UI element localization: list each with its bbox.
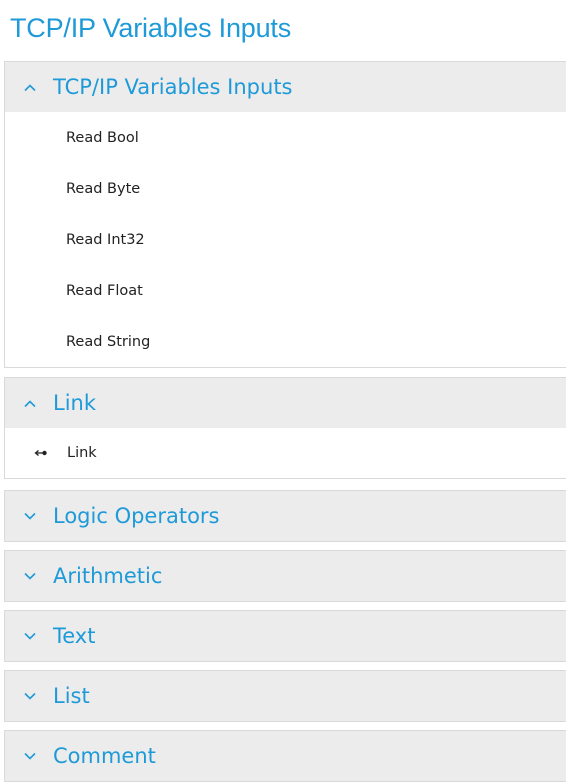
chevron-up-icon [5, 83, 53, 92]
block-item-label: Read Float [66, 282, 143, 299]
block-item-label: Read Bool [66, 129, 139, 146]
link-arrow-icon [34, 448, 48, 458]
panel-comment: Comment [4, 730, 566, 782]
block-item-read-int32[interactable]: Read Int32 [5, 214, 566, 265]
block-item-label: Read String [66, 333, 151, 350]
panel-body-link: Link [5, 428, 566, 478]
block-item-read-string[interactable]: Read String [5, 316, 566, 367]
block-item-label: Read Byte [66, 180, 141, 197]
panel-header-list[interactable]: List [5, 671, 566, 721]
chevron-down-icon [5, 512, 53, 521]
panel-title: List [53, 684, 90, 708]
block-item-read-float[interactable]: Read Float [5, 265, 566, 316]
panel-header-text[interactable]: Text [5, 611, 566, 661]
panel-list: List [4, 670, 566, 722]
panel-arithmetic: Arithmetic [4, 550, 566, 602]
panel-header-logic-operators[interactable]: Logic Operators [5, 491, 566, 541]
chevron-down-icon [5, 692, 53, 701]
block-item-read-bool[interactable]: Read Bool [5, 112, 566, 163]
block-item-read-byte[interactable]: Read Byte [5, 163, 566, 214]
page-title: TCP/IP Variables Inputs [10, 13, 292, 43]
block-item-label: Read Int32 [66, 231, 145, 248]
panel-tcpip-variables-inputs: TCP/IP Variables Inputs Read Bool Read B… [4, 61, 566, 368]
panel-header-comment[interactable]: Comment [5, 731, 566, 781]
panel-body-tcpip-variables-inputs: Read Bool Read Byte Read Int32 Read Floa… [5, 112, 566, 367]
chevron-up-icon [5, 399, 53, 408]
panel-header-arithmetic[interactable]: Arithmetic [5, 551, 566, 601]
panel-title: Link [53, 391, 97, 415]
panel-header-link[interactable]: Link [5, 378, 566, 428]
chevron-down-icon [5, 572, 53, 581]
chevron-down-icon [5, 632, 53, 641]
panel-header-tcpip-variables-inputs[interactable]: TCP/IP Variables Inputs [5, 62, 566, 112]
block-item-link[interactable]: Link [5, 428, 566, 478]
panel-title: TCP/IP Variables Inputs [53, 75, 293, 99]
panel-link: Link Link [4, 377, 566, 479]
panel-title: Logic Operators [53, 504, 220, 528]
panel-logic-operators: Logic Operators [4, 490, 566, 542]
block-item-label: Link [67, 445, 97, 461]
panel-text: Text [4, 610, 566, 662]
panel-title: Text [53, 624, 96, 648]
chevron-down-icon [5, 752, 53, 761]
panel-title: Comment [53, 744, 156, 768]
panel-title: Arithmetic [53, 564, 163, 588]
